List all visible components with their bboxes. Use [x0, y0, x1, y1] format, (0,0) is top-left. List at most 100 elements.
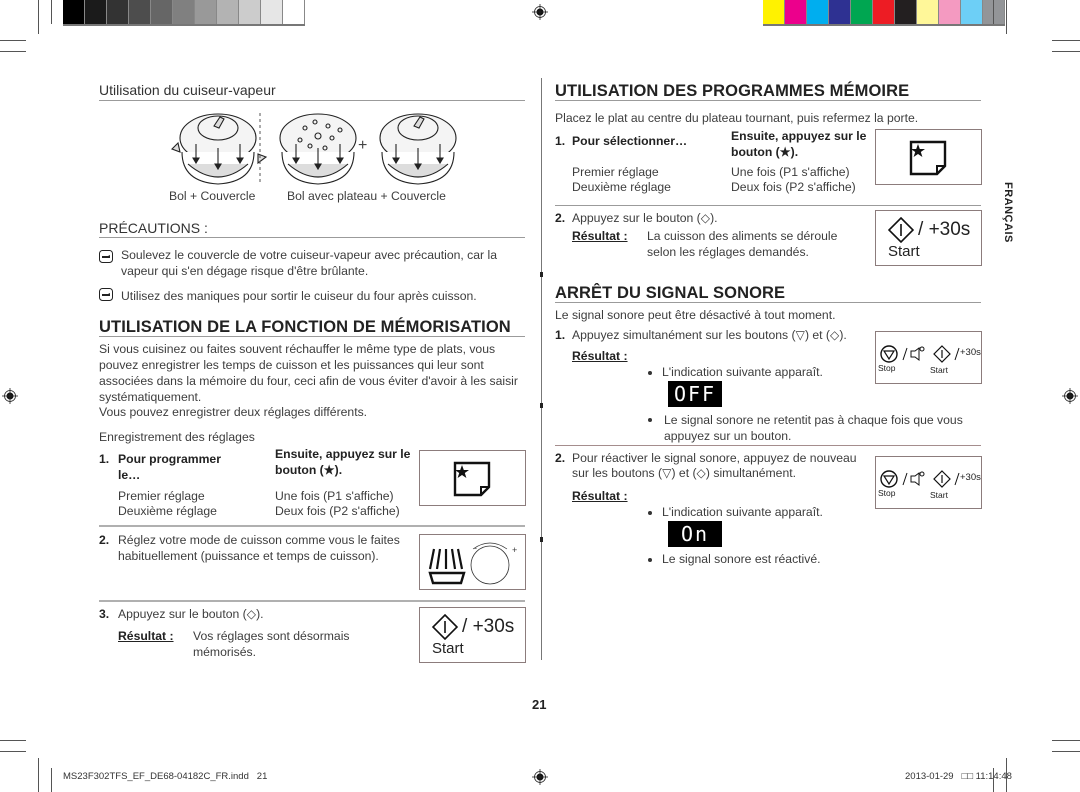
crop-mark [1052, 740, 1080, 741]
result-bullet: Le signal sonore ne retentit pas à chaqu… [648, 412, 978, 444]
divider [99, 600, 525, 602]
plus-sign: + [358, 137, 368, 154]
col-header-setting: Pour programmer le… [118, 452, 221, 482]
step-text: Réglez votre mode de cuisson comme vous … [118, 533, 400, 563]
step-number: 1. [99, 452, 110, 466]
divider [555, 205, 981, 206]
calibration-swatch [851, 0, 873, 24]
bullet [648, 510, 652, 515]
setting-action: Deux fois (P2 s'affiche) [731, 180, 856, 194]
calibration-swatch [85, 0, 107, 24]
calibration-swatch [873, 0, 895, 24]
programs-section-title: UTILISATION DES PROGRAMMES MÉMOIRE [555, 82, 910, 100]
column-divider [541, 78, 542, 660]
calibration-swatch [939, 0, 961, 24]
step-number: 2. [555, 451, 566, 465]
lcd-display-off: OFF [668, 381, 722, 407]
bowl-tray-lid-icon [379, 113, 457, 185]
calibration-swatch [129, 0, 151, 24]
precaution-item: Soulevez le couvercle de votre cuiseur-v… [121, 248, 497, 278]
calibration-swatch [917, 0, 939, 24]
footer-datetime: 2013-01-29 □□ 11:14:48 [905, 771, 1012, 782]
start-small-label: Start [930, 365, 948, 375]
result-label: Résultat : [118, 629, 174, 643]
step-text-line2: sur les boutons (▽) et (◇) simultanément… [572, 466, 797, 480]
calibration-swatch [107, 0, 129, 24]
memory-star-icon [453, 461, 491, 497]
calibration-swatch [63, 0, 85, 24]
calibration-swatch [983, 0, 1005, 24]
caption-bowl-tray-lid: Bol avec plateau + Couvercle [287, 189, 446, 203]
crop-mark [51, 768, 52, 792]
bowl-with-tray-icon [279, 113, 357, 185]
settings-subtitle: Enregistrement des réglages [99, 430, 255, 444]
divider [555, 445, 981, 446]
setting-name: Premier réglage [572, 165, 659, 179]
memory-key-icon: ★ [779, 145, 791, 159]
bullet [648, 557, 652, 562]
precautions-title: PRÉCAUTIONS : [99, 220, 208, 236]
calibration-swatch [763, 0, 785, 24]
col-header-action: Ensuite, appuyez sur le bouton (★). [731, 129, 867, 159]
divider-tick [540, 537, 543, 542]
step-number: 1. [555, 328, 566, 342]
step-number: 1. [555, 134, 566, 148]
result-bullet: L'indication suivante apparaît. [648, 364, 823, 380]
start-key-icon: ◇ [700, 211, 711, 225]
setting-name: Deuxième réglage [118, 504, 217, 518]
beep-intro: Le signal sonore peut être désactivé à t… [555, 308, 836, 322]
steamer-illustration [171, 113, 457, 185]
divider [99, 525, 525, 527]
precaution-item: Utilisez des maniques pour sortir le cui… [121, 289, 477, 303]
language-tab: FRANÇAIS [1002, 182, 1014, 243]
step-text: Appuyez simultanément sur les boutons (▽… [572, 328, 847, 342]
start-button-illustration: / +30s Start [419, 607, 526, 663]
step-number: 2. [555, 211, 566, 225]
calibration-swatch [807, 0, 829, 24]
stop-start-buttons-illustration: +30s Stop Start [875, 456, 982, 509]
memory-button-illustration [419, 450, 526, 506]
color-calibration-bar [763, 0, 1005, 26]
crop-mark [993, 0, 994, 24]
calibration-swatch [961, 0, 983, 24]
crop-mark [1006, 0, 1007, 34]
divider [555, 100, 981, 101]
crop-mark [38, 758, 39, 792]
start-button-illustration: / +30s Start [875, 210, 982, 266]
steamer-section-title: Utilisation du cuiseur-vapeur [99, 82, 276, 98]
bullet [648, 418, 652, 422]
start-key-icon: ◇ [696, 466, 706, 480]
memorisation-intro-2: Vous pouvez enregistrer deux réglages di… [99, 405, 368, 419]
start-diamond-icon [432, 614, 458, 640]
calibration-swatch [895, 0, 917, 24]
bowl-with-lid-icon [171, 113, 268, 185]
calibration-swatch [173, 0, 195, 24]
memorisation-section-title: UTILISATION DE LA FONCTION DE MÉMORISATI… [99, 318, 511, 336]
footer-filename: MS23F302TFS_EF_DE68-04182C_FR.indd 21 [63, 771, 268, 782]
step-text-line1: Pour réactiver le signal sonore, appuyez… [572, 451, 857, 465]
start-label: Start [888, 243, 920, 260]
crop-mark [1052, 40, 1080, 41]
result-label: Résultat : [572, 229, 628, 243]
setting-name: Premier réglage [118, 489, 205, 503]
crop-mark [0, 40, 26, 41]
crop-mark [51, 0, 52, 24]
result-text: Vos réglages sont désormais mémorisés. [193, 629, 350, 659]
lcd-display-on: On [668, 521, 722, 547]
crop-mark [1052, 751, 1080, 752]
registration-mark-icon [532, 769, 548, 785]
crop-mark [0, 51, 26, 52]
bullet [648, 370, 652, 375]
calibration-swatch [785, 0, 807, 24]
setting-name: Deuxième réglage [572, 180, 671, 194]
registration-mark-icon [532, 4, 548, 20]
start-diamond-icon [888, 217, 914, 243]
dial-plus-label: + [512, 545, 518, 555]
result-bullet: L'indication suivante apparaît. [648, 504, 823, 520]
stop-key-icon: ▽ [795, 328, 805, 342]
start-key-icon: ◇ [830, 328, 840, 342]
result-label: Résultat : [572, 349, 628, 363]
divider [555, 302, 981, 303]
caution-hand-icon [99, 288, 113, 301]
power-dial-illustration: - + [419, 534, 526, 590]
